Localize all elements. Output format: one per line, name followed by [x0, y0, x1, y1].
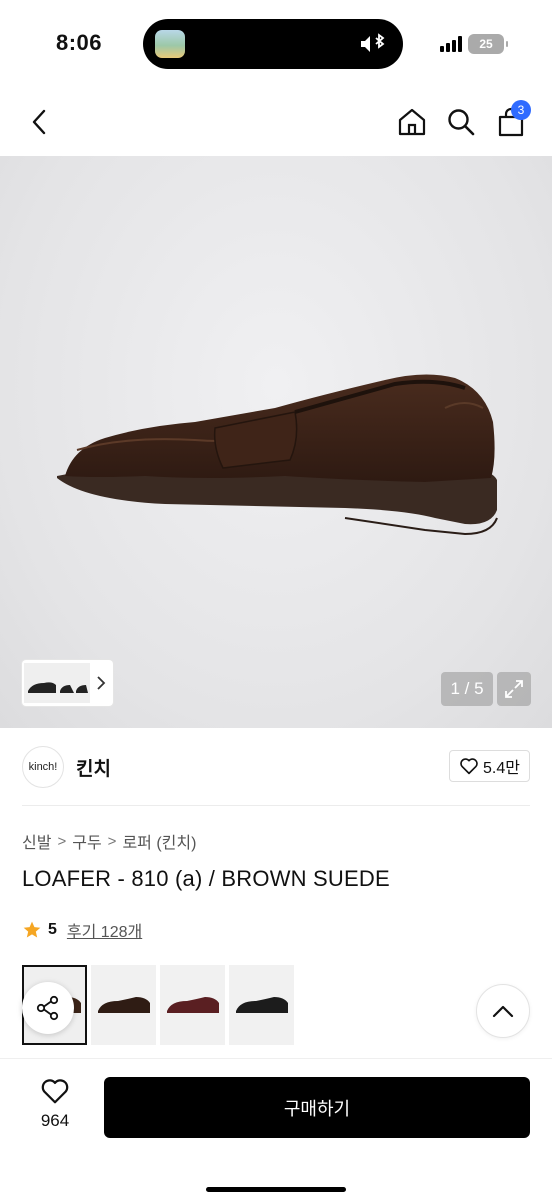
status-icons: 25 [440, 34, 508, 54]
gallery-thumbnail[interactable] [24, 663, 90, 703]
product-image-brown-loafer [57, 374, 498, 536]
bluetooth-mute-icon [359, 32, 389, 56]
home-indicator [206, 1187, 346, 1192]
star-icon [23, 921, 41, 938]
product-title: LOAFER - 810 (a) / BROWN SUEDE [22, 866, 390, 891]
rating-score: 5 [48, 921, 57, 938]
brand-like-button[interactable]: 5.4만 [449, 750, 530, 782]
breadcrumb-item[interactable]: 신발 [22, 829, 51, 853]
breadcrumb: 신발 > 구두 > 로퍼 (킨치) [22, 829, 196, 853]
dynamic-island [143, 19, 403, 69]
cart-button[interactable]: 3 [491, 100, 531, 142]
nav-bar: 3 [0, 88, 552, 156]
bottom-action-bar: 964 구매하기 [0, 1058, 552, 1200]
signal-icon [440, 36, 462, 52]
gallery-thumbnail-strip[interactable] [22, 660, 113, 706]
status-time: 8:06 [56, 30, 103, 55]
brand-logo[interactable]: kinch! [22, 746, 64, 788]
brand-row[interactable]: kinch! 킨치 5.4만 [22, 744, 530, 790]
scroll-to-top-button[interactable] [476, 984, 530, 1038]
cart-count-badge: 3 [511, 100, 531, 120]
product-image-gallery[interactable]: 1 / 5 [0, 156, 552, 728]
breadcrumb-separator: > [57, 832, 67, 850]
home-icon [398, 108, 426, 136]
color-option[interactable] [229, 965, 294, 1045]
status-bar: 8:06 25 [0, 0, 552, 88]
brand-like-count: 5.4만 [483, 760, 520, 777]
breadcrumb-item[interactable]: 로퍼 (킨치) [122, 829, 196, 853]
color-option[interactable] [91, 965, 156, 1045]
battery-icon: 25 [468, 34, 508, 54]
breadcrumb-item[interactable]: 구두 [72, 829, 101, 853]
buy-button[interactable]: 구매하기 [104, 1077, 530, 1138]
review-count-link[interactable]: 후기 128개 [67, 918, 142, 942]
chevron-left-icon [32, 109, 46, 135]
chevron-right-icon [97, 676, 106, 690]
divider [22, 805, 530, 806]
image-counter: 1 / 5 [441, 672, 493, 706]
breadcrumb-separator: > [107, 832, 117, 850]
heart-icon [460, 758, 478, 775]
search-icon [448, 109, 475, 136]
home-button[interactable] [392, 102, 432, 142]
wishlist-button[interactable]: 964 [24, 1077, 86, 1131]
expand-icon [505, 680, 523, 698]
color-option[interactable] [160, 965, 225, 1045]
back-button[interactable] [20, 102, 60, 142]
heart-icon [41, 1079, 69, 1104]
rating-summary: 5 후기 128개 [22, 918, 142, 942]
chevron-up-icon [492, 1005, 514, 1018]
search-button[interactable] [441, 102, 481, 142]
now-playing-app-icon [155, 30, 185, 58]
share-button[interactable] [22, 982, 74, 1034]
expand-image-button[interactable] [497, 672, 531, 706]
wishlist-count: 964 [40, 1111, 70, 1130]
share-icon [36, 995, 59, 1021]
brand-name[interactable]: 킨치 [76, 754, 111, 781]
battery-level: 25 [479, 37, 493, 51]
